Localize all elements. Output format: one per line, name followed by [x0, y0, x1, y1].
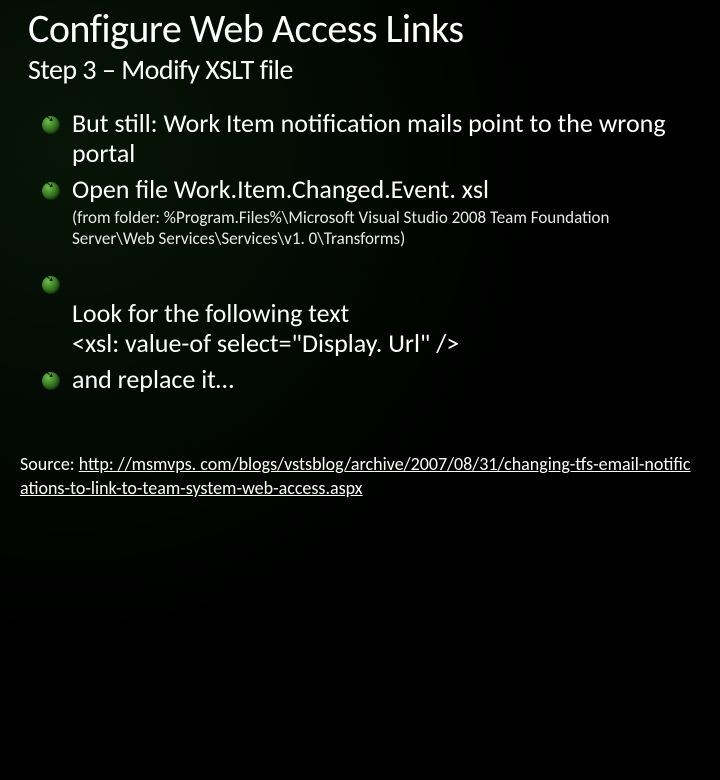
- bullet-list: But still: Work Item notification mails …: [28, 109, 692, 249]
- spacer: [28, 255, 692, 269]
- bullet-item: Look for the following text <xsl: value-…: [42, 269, 692, 359]
- bullet-list: Look for the following text <xsl: value-…: [28, 269, 692, 395]
- bullet-item: But still: Work Item notification mails …: [42, 109, 692, 169]
- bullet-item: and replace it…: [42, 365, 692, 395]
- source-label: Source:: [20, 453, 79, 475]
- source-line: Source: http: //msmvps. com/blogs/vstsbl…: [20, 453, 692, 500]
- bullet-subnote: (from folder: %Program.Files%\Microsoft …: [72, 207, 692, 250]
- bullet-text: Look for the following text <xsl: value-…: [72, 297, 459, 359]
- bullet-item: Open file Work.Item.Changed.Event. xsl (…: [42, 175, 692, 249]
- slide-subtitle: Step 3 – Modify XSLT file: [28, 52, 692, 87]
- bullet-text: Open file Work.Item.Changed.Event. xsl: [72, 173, 489, 205]
- slide: Configure Web Access Links Step 3 – Modi…: [0, 0, 720, 540]
- source-link[interactable]: http: //msmvps. com/blogs/vstsblog/archi…: [20, 453, 691, 498]
- slide-title: Configure Web Access Links: [28, 8, 692, 50]
- bullet-text: and replace it…: [72, 363, 234, 395]
- bullet-text: But still: Work Item notification mails …: [72, 107, 666, 169]
